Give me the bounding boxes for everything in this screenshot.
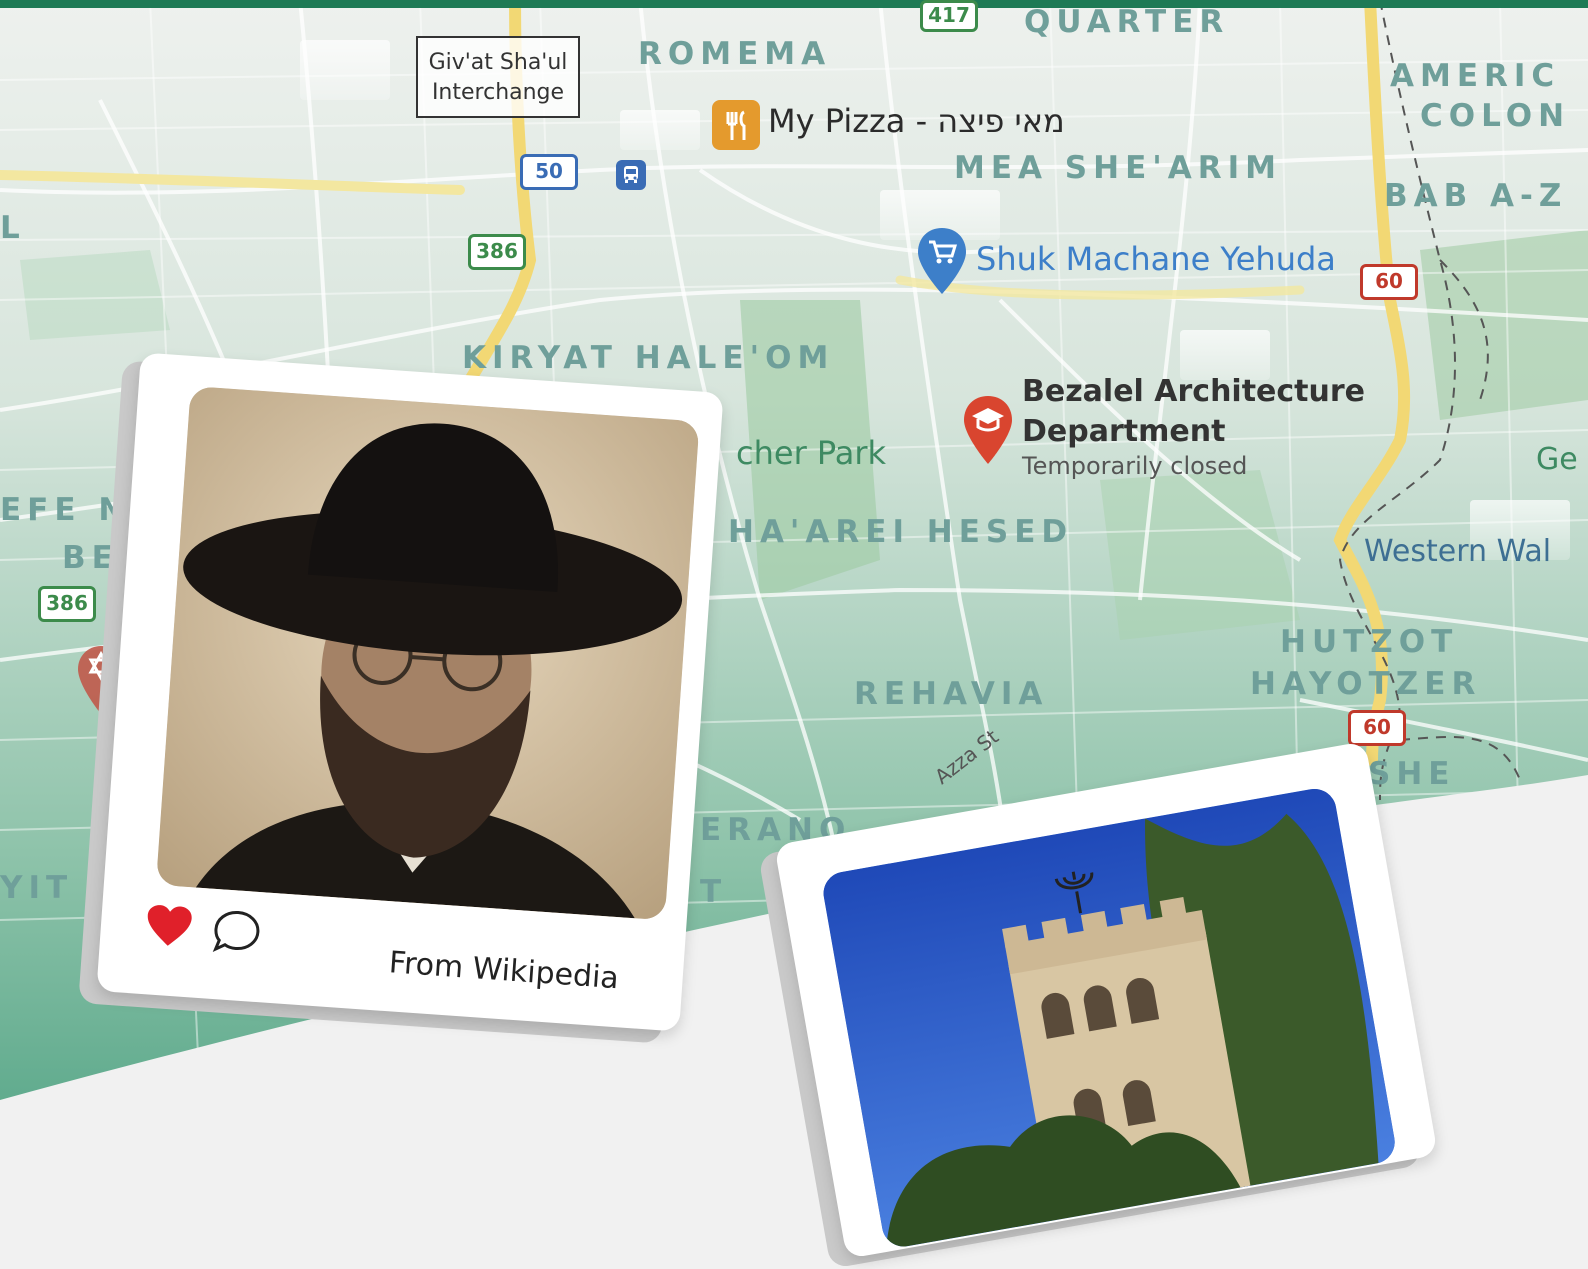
- district-label-kiryat-haleom: KIRYAT HALE'OM: [462, 340, 835, 376]
- district-label-hayotzer: HAYOTZER: [1250, 666, 1482, 702]
- district-label-yefe-nof: EFE N: [0, 492, 131, 528]
- poi-label-shuk[interactable]: Shuk Machane Yehuda: [976, 240, 1336, 278]
- route-shield-50: 50: [520, 154, 578, 190]
- bus-stop-icon[interactable]: [616, 160, 646, 190]
- comment-icon[interactable]: [211, 907, 262, 960]
- district-label-romema: ROMEMA: [638, 36, 832, 72]
- district-label-american-colony: AMERIC: [1390, 58, 1561, 94]
- portrait-caption: From Wikipedia: [387, 945, 620, 997]
- interchange-label[interactable]: Giv'at Sha'ul Interchange: [416, 36, 580, 118]
- poi-label-bezalel[interactable]: Bezalel Architecture: [1022, 374, 1365, 409]
- poi-label-western-wall[interactable]: Western Wal: [1364, 534, 1551, 569]
- school-icon[interactable]: [962, 394, 1014, 470]
- interchange-line-2: Interchange: [431, 80, 565, 105]
- district-label-edge-t: T: [700, 874, 728, 910]
- poi-label-park[interactable]: cher Park: [736, 434, 886, 472]
- poi-label-bezalel-2[interactable]: Department: [1022, 414, 1225, 449]
- poi-label-my-pizza[interactable]: My Pizza - מאי פיצה: [768, 102, 1065, 140]
- district-label-rehavia: REHAVIA: [854, 676, 1049, 712]
- route-shield-60-b: 60: [1348, 710, 1406, 746]
- shopping-cart-icon[interactable]: [916, 226, 968, 300]
- portrait-photo: [155, 385, 700, 921]
- district-label-quarter: QUARTER: [1024, 4, 1230, 40]
- top-accent-bar: [0, 0, 1588, 8]
- route-shield-386-a: 386: [468, 234, 526, 270]
- district-label-hutzot: HUTZOT: [1280, 624, 1459, 660]
- district-label-mea-shearim: MEA SHE'ARIM: [954, 150, 1282, 186]
- interchange-line-1: Giv'at Sha'ul: [428, 50, 568, 75]
- route-shield-386-b: 386: [38, 586, 96, 622]
- district-label-bab-az: BAB A-Z: [1384, 178, 1568, 214]
- poi-label-edge-ge[interactable]: Ge: [1536, 442, 1578, 477]
- route-shield-417: 417: [920, 0, 978, 32]
- route-shield-60-a: 60: [1360, 264, 1418, 300]
- district-label-american-colony-2: COLON: [1420, 98, 1571, 134]
- like-heart-icon[interactable]: [143, 902, 194, 953]
- district-label-edge-left: L: [0, 210, 26, 246]
- district-label-shaarei-hesed: HA'AREI HESED: [728, 514, 1074, 550]
- district-label-mishkenot: SHE: [1368, 756, 1456, 792]
- portrait-card[interactable]: From Wikipedia: [96, 352, 724, 1032]
- restaurant-icon[interactable]: [712, 100, 760, 150]
- poi-status-bezalel: Temporarily closed: [1022, 452, 1248, 480]
